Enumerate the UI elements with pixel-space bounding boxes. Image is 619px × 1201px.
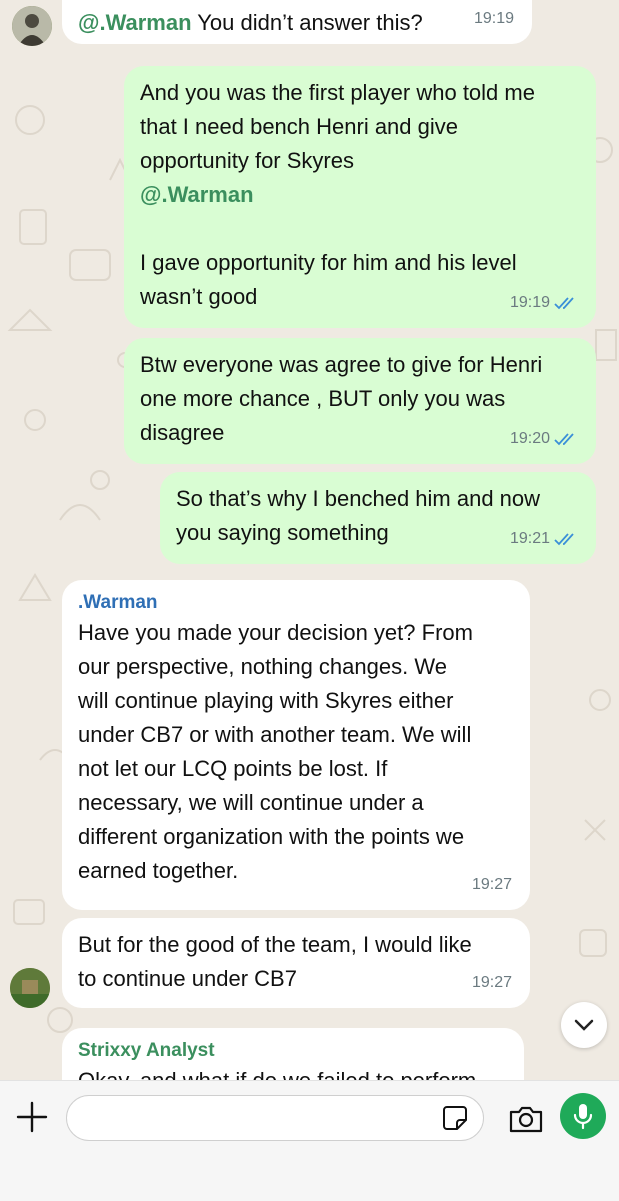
message-bubble[interactable]: But for the good of the team, I would li… [62,918,530,1008]
microphone-button[interactable] [560,1093,606,1139]
message-bubble[interactable]: Strixxy Analyst Okay, and what if do we … [62,1028,524,1080]
message-time: 19:27 [471,876,512,893]
message-time: 19:19 [473,10,514,27]
avatar[interactable] [12,6,52,46]
scroll-to-bottom-button[interactable] [561,1002,607,1048]
message-text: You didn’t answer this? [197,10,423,35]
message-bubble[interactable]: Btw everyone was agree to give for Henri… [124,338,596,464]
microphone-icon [573,1104,593,1130]
sender-name[interactable]: Strixxy Analyst [78,1038,508,1064]
camera-icon[interactable] [508,1103,544,1135]
message-text: But for the good of the team, I would li… [78,932,472,991]
message-time: 19:21 [509,530,550,547]
read-ticks-icon [554,433,574,446]
message-input[interactable] [66,1095,484,1141]
sticker-icon[interactable] [442,1105,468,1131]
message-text: Okay, and what if do we failed to perfor… [78,1064,508,1080]
message-time: 19:27 [471,974,512,991]
mention[interactable]: @.Warman [140,178,580,212]
mention[interactable]: @.Warman [78,10,192,35]
message-time: 19:19 [509,294,550,311]
message-text: Have you made your decision yet? From ou… [78,620,473,883]
composer-bar [0,1080,619,1201]
message-bubble[interactable]: @.Warman You didn’t answer this? 19:19 [62,0,532,44]
chevron-down-icon [574,1019,594,1031]
sender-name[interactable]: .Warman [78,590,514,616]
chat-area[interactable]: @.Warman You didn’t answer this? 19:19 A… [0,0,619,1080]
read-ticks-icon [554,533,574,546]
message-time: 19:20 [509,430,550,447]
read-ticks-icon [554,297,574,310]
message-text: And you was the first player who told me… [140,80,535,173]
plus-icon[interactable] [14,1099,50,1135]
avatar[interactable] [10,968,50,1008]
message-bubble[interactable]: So that’s why I benched him and now you … [160,472,596,564]
message-bubble[interactable]: .Warman Have you made your decision yet?… [62,580,530,910]
message-bubble[interactable]: And you was the first player who told me… [124,66,596,328]
